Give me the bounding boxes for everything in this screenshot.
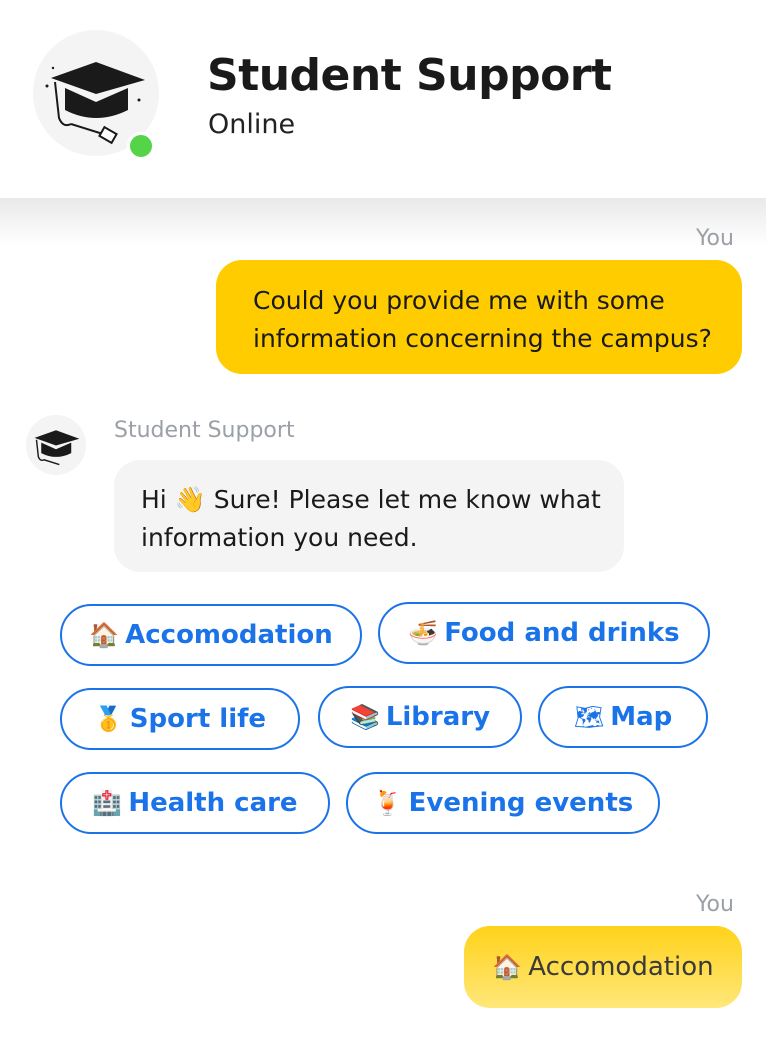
quick-reply-label: Library [385,702,491,732]
quick-reply-library[interactable]: 📚 Library [318,686,522,748]
message-text: Hi [141,485,167,514]
quick-reply-food-and-drinks[interactable]: 🍜 Food and drinks [378,602,710,664]
quick-reply-label: Health care [128,788,298,818]
cocktail-icon: 🍹 [372,789,403,817]
message-text: Accomodation [528,952,714,982]
message-sender-label: You [696,226,734,251]
quick-reply-sport-life[interactable]: 🥇 Sport life [60,688,300,750]
chat-status: Online [208,109,296,140]
wave-icon: 👋 [174,485,206,514]
noodle-bowl-icon: 🍜 [408,619,439,647]
header-shadow [0,198,766,246]
quick-reply-label: Food and drinks [444,618,680,648]
quick-reply-label: Evening events [408,788,634,818]
quick-reply-map[interactable]: 🗺 Map [538,686,708,748]
message-text: Sure! Please let me know what [213,485,601,514]
online-dot-icon [127,132,155,160]
message-text: information you need. [141,523,418,552]
chat-title: Student Support [207,50,612,101]
medal-icon: 🥇 [93,705,124,733]
message-sender-label: You [696,892,734,917]
message-text: Could you provide me with some [253,286,665,315]
message-text: information concerning the campus? [253,324,712,353]
bot-message-bubble: Hi 👋 Sure! Please let me know what infor… [114,460,624,572]
chat-header: Student Support Online [0,0,766,198]
quick-reply-label: Sport life [129,704,267,734]
books-icon: 📚 [349,703,380,731]
quick-reply-label: Accomodation [125,620,333,650]
house-icon: 🏠 [89,621,120,649]
quick-reply-accomodation[interactable]: 🏠 Accomodation [60,604,362,666]
quick-reply-label: Map [610,702,673,732]
house-icon: 🏠 [492,953,523,981]
world-map-icon: 🗺 [573,703,605,731]
quick-reply-evening-events[interactable]: 🍹 Evening events [346,772,660,834]
user-message-bubble: Could you provide me with some informati… [216,260,742,374]
user-message-bubble: 🏠 Accomodation [464,926,742,1008]
message-sender-label: Student Support [114,418,295,443]
graduation-cap-icon [34,430,80,466]
hospital-icon: 🏥 [92,789,123,817]
quick-reply-health-care[interactable]: 🏥 Health care [60,772,330,834]
support-avatar-small [26,415,86,475]
